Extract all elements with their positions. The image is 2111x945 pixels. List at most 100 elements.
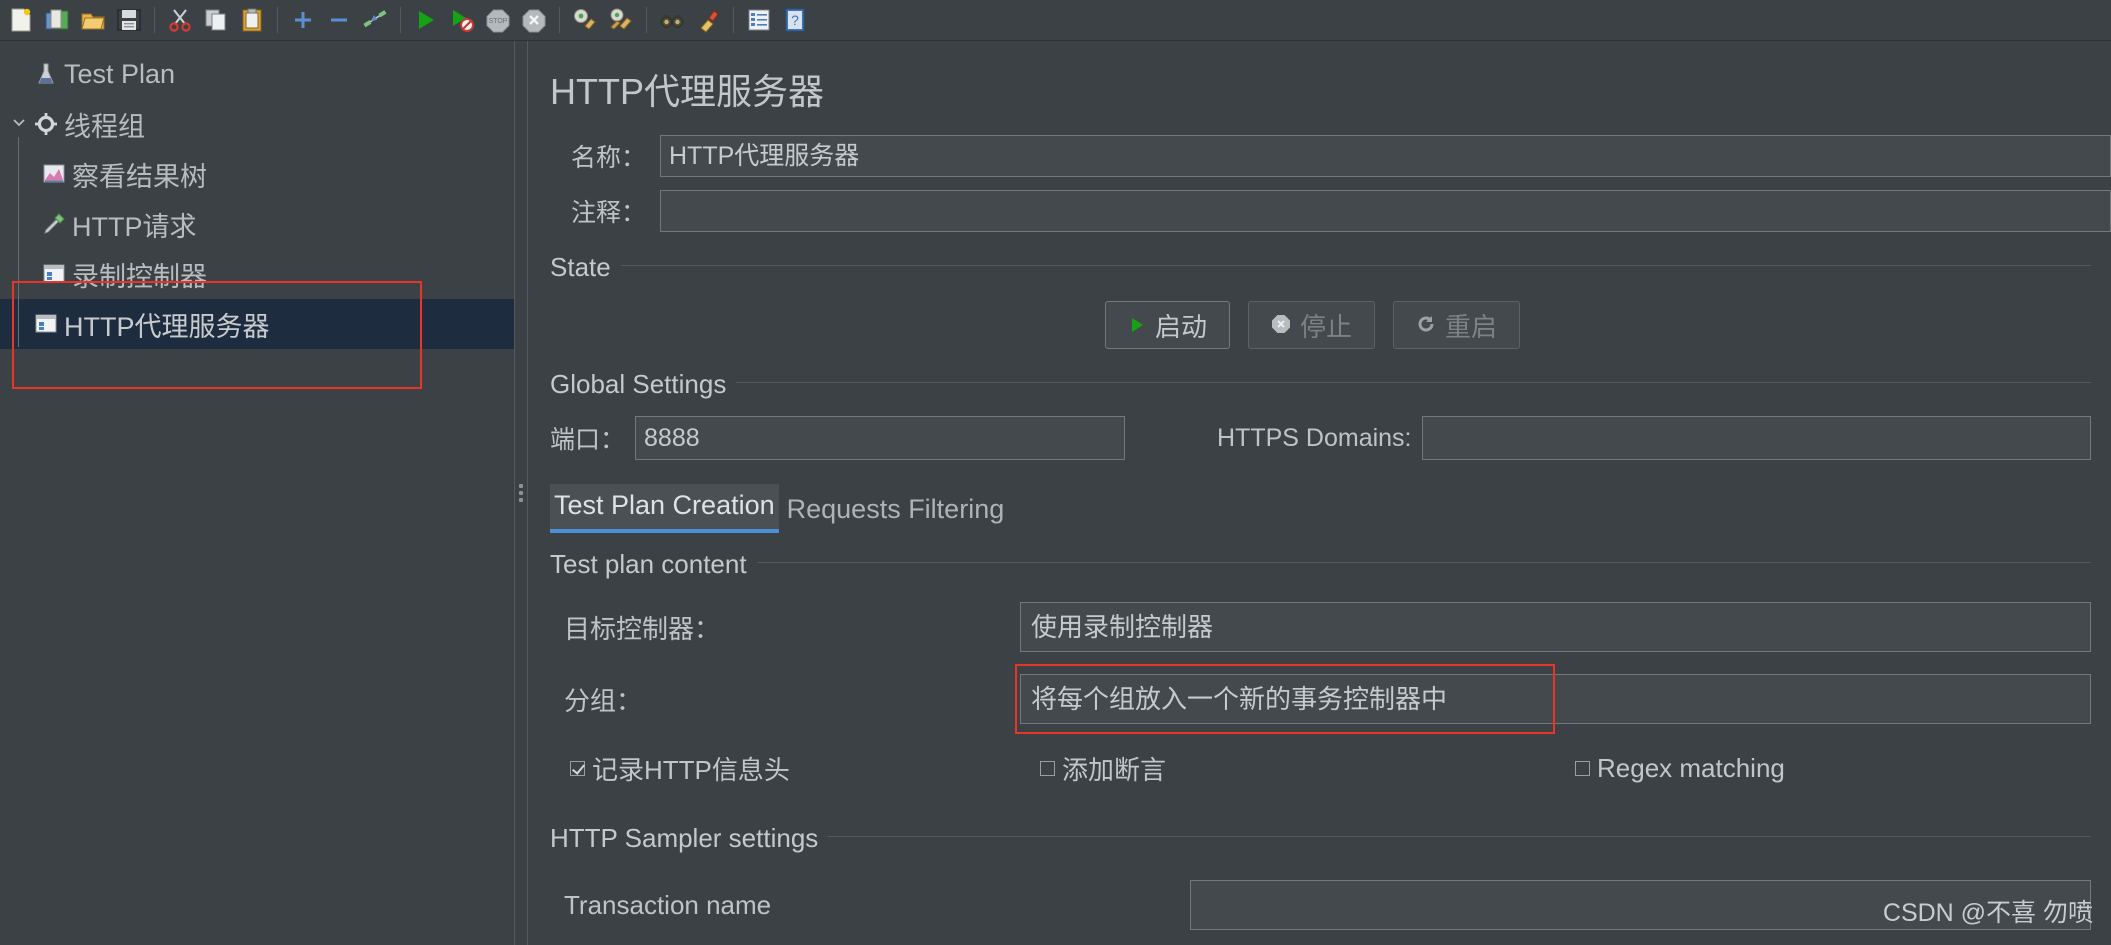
checkbox-box [1575, 761, 1590, 776]
transaction-name-row: Transaction name [550, 880, 2091, 930]
tree-node-http-request[interactable]: HTTP请求 [0, 199, 514, 249]
play-icon [1128, 310, 1146, 341]
test-plan-icon [32, 61, 60, 87]
restart-icon [1416, 310, 1436, 341]
comments-row: 注释： [550, 190, 2111, 232]
add-assertions-checkbox[interactable]: 添加断言 [1040, 750, 1575, 787]
group-divider [550, 265, 2091, 266]
thread-group-icon [32, 111, 60, 137]
port-input[interactable]: 8888 [635, 416, 1126, 460]
toolbar-separator [154, 7, 155, 33]
page-title: HTTP代理服务器 [550, 71, 824, 112]
start-icon[interactable] [409, 3, 443, 37]
target-controller-label: 目标控制器： [564, 613, 721, 644]
copy-icon[interactable] [199, 3, 233, 37]
https-domains-input[interactable] [1421, 416, 2091, 460]
tree-guide-line [18, 137, 19, 347]
shutdown-icon[interactable] [517, 3, 551, 37]
state-group-title: State [550, 252, 621, 283]
main-split: Test Plan 线程组 察看结果树 HTTP请求 录制控制器 HTTP代理服… [0, 41, 2111, 945]
capture-http-headers-checkbox[interactable]: 记录HTTP信息头 [570, 750, 1040, 787]
start-no-timers-icon[interactable] [445, 3, 479, 37]
tab-test-plan-creation[interactable]: Test Plan Creation [550, 484, 779, 533]
svg-text:?: ? [791, 12, 799, 28]
clear-all-icon[interactable] [604, 3, 638, 37]
splitter-grip[interactable] [519, 484, 523, 502]
add-assertions-label: 添加断言 [1062, 755, 1167, 785]
save-icon[interactable] [112, 3, 146, 37]
settings-tabs: Test Plan Creation Requests Filtering [550, 484, 2111, 533]
start-button[interactable]: 启动 [1105, 301, 1231, 349]
target-controller-row: 目标控制器： 使用录制控制器 [550, 602, 2091, 652]
stop-button-label: 停止 [1300, 311, 1353, 342]
target-controller-select[interactable]: 使用录制控制器 [1020, 602, 2091, 652]
tree-node-recording-controller[interactable]: 录制控制器 [0, 249, 514, 299]
http-sampler-settings-title: HTTP Sampler settings [550, 823, 829, 854]
tree-node-http-proxy-server[interactable]: HTTP代理服务器 [0, 299, 514, 349]
tree-node-thread-group[interactable]: 线程组 [0, 99, 514, 149]
http-request-icon [40, 211, 68, 237]
checkbox-row: 记录HTTP信息头 添加断言 Regex matching [550, 750, 2091, 787]
https-domains-label: HTTPS Domains: [1217, 423, 1412, 452]
open-icon[interactable] [76, 3, 110, 37]
state-buttons: 启动 停止 重启 [1105, 301, 2091, 349]
svg-text:STOP: STOP [489, 18, 508, 25]
name-label: 名称： [570, 144, 646, 172]
watermark: CSDN @不喜 勿喷 [1882, 899, 2093, 927]
stop-button[interactable]: 停止 [1248, 301, 1376, 349]
group-divider [550, 562, 2091, 563]
chevron-down-icon[interactable] [6, 114, 32, 135]
comments-input[interactable] [660, 190, 2111, 232]
name-input[interactable]: HTTP代理服务器 [660, 135, 2111, 177]
capture-http-headers-label: 记录HTTP信息头 [592, 755, 790, 785]
tree-node-label: HTTP代理服务器 [64, 311, 270, 342]
paste-icon[interactable] [235, 3, 269, 37]
view-results-tree-icon [40, 161, 68, 187]
test-plan-tree[interactable]: Test Plan 线程组 察看结果树 HTTP请求 录制控制器 HTTP代理服… [0, 41, 514, 349]
http-proxy-server-panel: HTTP代理服务器 名称： HTTP代理服务器 注释： State 启动 停止 … [528, 41, 2111, 945]
tree-node-label: Test Plan [64, 58, 176, 89]
function-helper-icon[interactable] [742, 3, 776, 37]
transaction-name-label: Transaction name [564, 889, 772, 920]
help-icon[interactable]: ? [778, 3, 812, 37]
regex-matching-checkbox[interactable]: Regex matching [1575, 753, 1785, 784]
regex-matching-label: Regex matching [1597, 753, 1785, 783]
templates-icon[interactable] [40, 3, 74, 37]
panel-splitter[interactable] [514, 41, 528, 945]
test-plan-content-group: Test plan content 目标控制器： 使用录制控制器 分组： 将每个… [550, 543, 2091, 787]
toolbar-separator [277, 7, 278, 33]
search-reset-icon[interactable] [691, 3, 725, 37]
tree-node-view-results-tree[interactable]: 察看结果树 [0, 149, 514, 199]
collapse-all-icon[interactable] [322, 3, 356, 37]
state-group: State 启动 停止 重启 [550, 246, 2091, 349]
grouping-select[interactable]: 将每个组放入一个新的事务控制器中 [1020, 674, 2091, 724]
new-icon[interactable] [4, 3, 38, 37]
tab-requests-filtering[interactable]: Requests Filtering [779, 488, 1009, 533]
clear-icon[interactable] [568, 3, 602, 37]
grouping-row: 分组： 将每个组放入一个新的事务控制器中 [550, 664, 2091, 734]
toggle-icon[interactable] [358, 3, 392, 37]
global-settings-title: Global Settings [550, 369, 737, 400]
stop-icon[interactable]: STOP [481, 3, 515, 37]
stop-icon [1271, 310, 1291, 341]
expand-all-icon[interactable] [286, 3, 320, 37]
port-label: 端口： [550, 426, 626, 454]
cut-icon[interactable] [163, 3, 197, 37]
search-icon[interactable] [655, 3, 689, 37]
toolbar-separator [733, 7, 734, 33]
checkbox-box [570, 761, 585, 776]
http-sampler-settings-group: HTTP Sampler settings Transaction name N… [550, 817, 2091, 945]
toolbar-separator [400, 7, 401, 33]
test-plan-tree-panel: Test Plan 线程组 察看结果树 HTTP请求 录制控制器 HTTP代理服… [0, 41, 514, 945]
start-button-label: 启动 [1155, 311, 1208, 342]
tree-node-label: 察看结果树 [72, 161, 207, 192]
checkbox-box [1040, 761, 1055, 776]
restart-button[interactable]: 重启 [1393, 301, 1521, 349]
comments-label: 注释： [570, 199, 646, 227]
toolbar-separator [559, 7, 560, 33]
global-settings-group: Global Settings 端口： 8888 HTTPS Domains: [550, 363, 2091, 460]
test-plan-content-title: Test plan content [550, 549, 757, 580]
tree-node-label: 录制控制器 [72, 261, 207, 292]
tree-node-test-plan[interactable]: Test Plan [0, 49, 514, 99]
toolbar: STOP ? [0, 0, 2111, 41]
